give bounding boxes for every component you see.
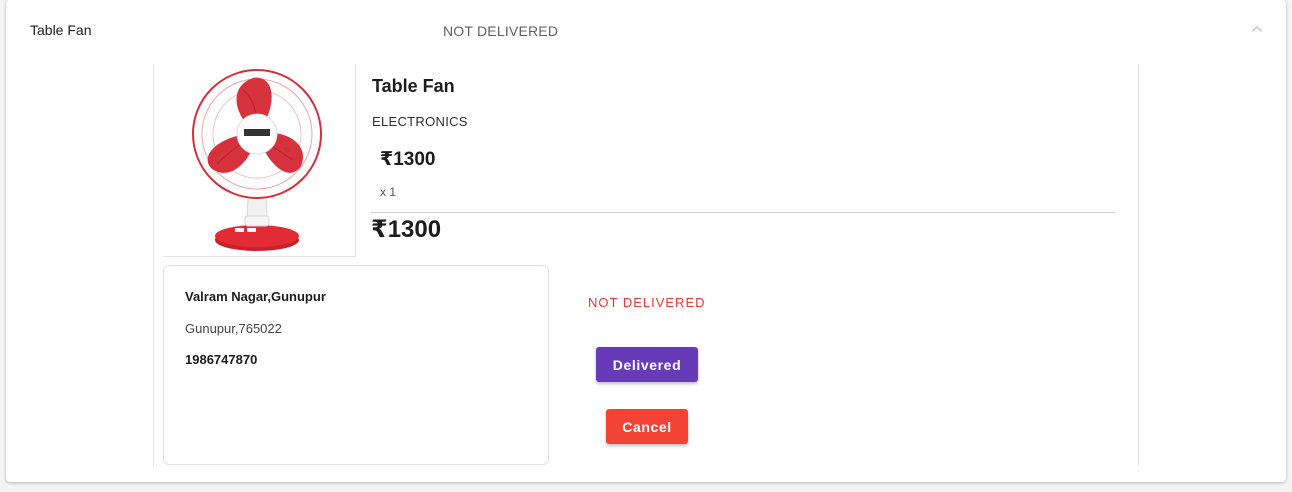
order-summary-status: NOT DELIVERED [443, 23, 559, 39]
order-summary-title[interactable]: Table Fan [30, 22, 91, 38]
address-line-2: Gunupur,765022 [185, 321, 282, 336]
price-divider [371, 212, 1115, 213]
order-status: NOT DELIVERED [588, 295, 706, 310]
product-quantity: x 1 [380, 185, 397, 199]
delivered-button[interactable]: Delivered [596, 347, 698, 382]
shipping-address-card: Valram Nagar,Gunupur Gunupur,765022 1986… [163, 265, 549, 465]
product-category: ELECTRONICS [372, 114, 468, 129]
product-name: Table Fan [372, 76, 455, 96]
address-line-1: Valram Nagar,Gunupur [185, 289, 326, 304]
address-phone: 1986747870 [185, 352, 258, 367]
order-details: Table Fan ELECTRONICS ₹1300 x 1 ₹1300 Va… [153, 64, 1139, 466]
product-image-frame [163, 64, 356, 257]
order-accordion: Table Fan NOT DELIVERED Table Fan ELECTR… [6, 0, 1286, 482]
chevron-up-icon[interactable] [1248, 20, 1266, 38]
order-total: ₹1300 [371, 216, 442, 243]
table-fan-image [192, 69, 322, 251]
product-price: ₹1300 [380, 149, 436, 170]
cancel-button[interactable]: Cancel [606, 409, 688, 444]
